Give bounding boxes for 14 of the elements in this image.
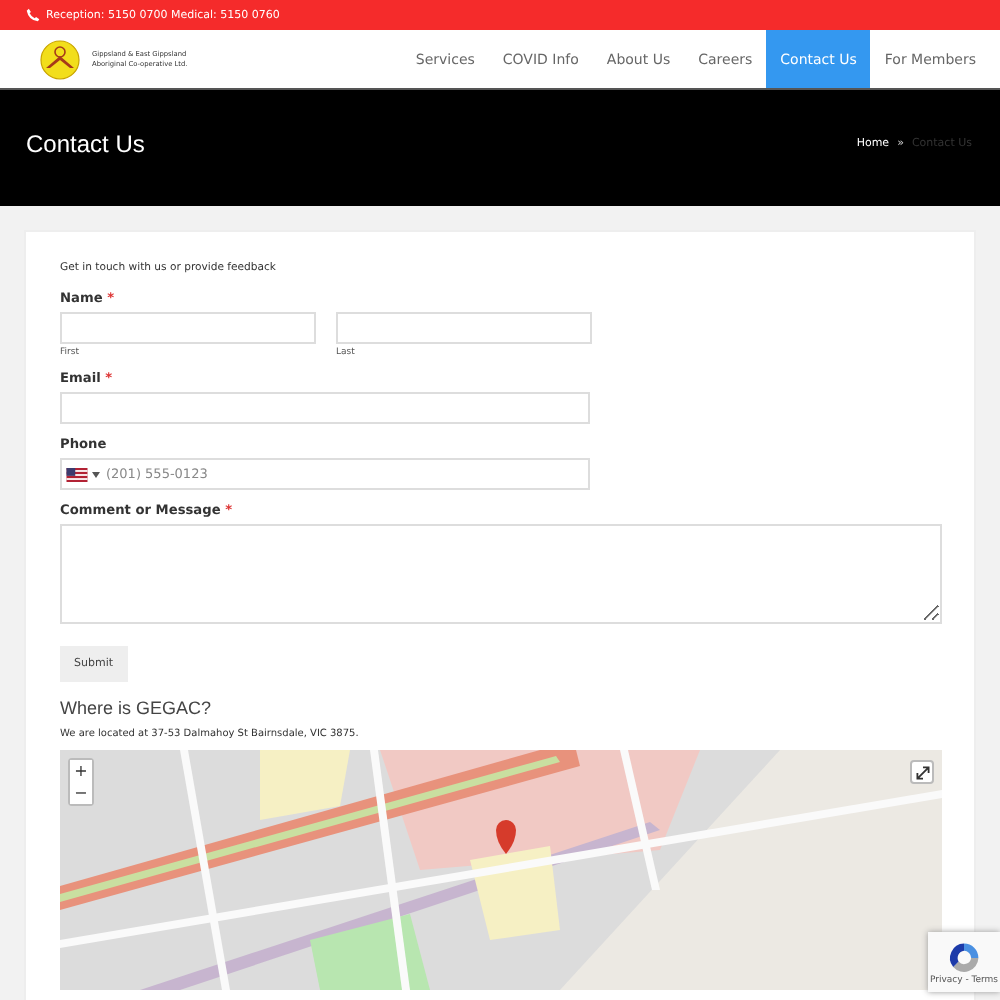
- section-heading: Where is GEGAC?: [60, 698, 214, 718]
- logo-icon: [40, 39, 80, 79]
- expand-icon[interactable]: [915, 765, 929, 779]
- caret-icon: [92, 471, 100, 477]
- country-selector[interactable]: [66, 466, 100, 482]
- page-title: Contact Us: [26, 130, 145, 158]
- message-field[interactable]: [60, 524, 942, 624]
- input-field[interactable]: [60, 392, 590, 424]
- zoom-in-button[interactable]: +: [70, 760, 92, 782]
- input-field[interactable]: [336, 312, 592, 344]
- recaptcha-icon: [946, 939, 982, 975]
- input-field[interactable]: [60, 312, 316, 344]
- phone-icon: [26, 8, 40, 22]
- fullscreen-button[interactable]: [910, 760, 934, 784]
